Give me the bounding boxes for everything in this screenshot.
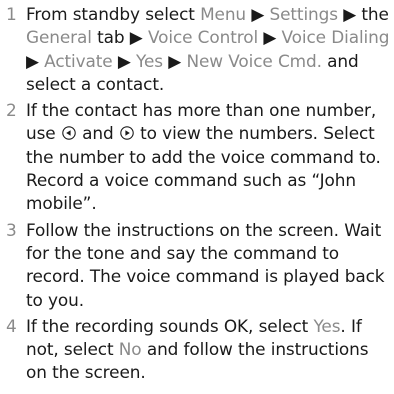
step-text-segment: and — [76, 123, 119, 144]
menu-term: Menu — [200, 4, 247, 24]
instruction-step: 4 If the recording sounds OK, select Yes.… — [0, 315, 394, 385]
step-text-segment: Follow the instructions on the screen. W… — [26, 219, 385, 310]
instruction-step: 2 If the contact has more than one number… — [0, 99, 394, 215]
menu-term: New Voice Cmd. — [186, 50, 322, 71]
menu-term: General — [26, 27, 92, 48]
step-text-segment: If the recording sounds OK, select — [26, 315, 314, 336]
menu-term: No — [118, 339, 142, 360]
menu-term: Yes — [313, 315, 341, 336]
step-text-segment: ▶ — [246, 4, 270, 24]
step-text-segment: From standby select — [26, 4, 201, 24]
step-number: 2 — [6, 100, 17, 121]
step-text-segment: ▶ the — [337, 4, 389, 24]
step-text: If the contact has more than one number,… — [26, 100, 381, 213]
instruction-steps: 1 From standby select Menu ▶ Settings ▶ t… — [0, 3, 394, 388]
nav-left-key-icon — [62, 126, 76, 141]
step-text: From standby select Menu ▶ Settings ▶ th… — [26, 4, 389, 94]
menu-term: Voice Dialing — [281, 27, 390, 48]
instruction-step: 1 From standby select Menu ▶ Settings ▶ t… — [0, 3, 394, 96]
step-number: 4 — [6, 315, 17, 336]
step-text-segment: ▶ — [112, 50, 137, 71]
nav-right-key-icon — [120, 126, 134, 141]
step-text: If the recording sounds OK, select Yes. … — [26, 315, 369, 383]
menu-term: Activate — [44, 50, 113, 71]
menu-term: Voice Control — [147, 27, 259, 48]
step-text-segment: ▶ — [26, 50, 45, 71]
step-number: 1 — [6, 4, 17, 24]
step-text-segment: tab ▶ — [91, 27, 148, 48]
step-number: 3 — [6, 219, 17, 240]
menu-term: Settings — [269, 4, 338, 24]
instruction-step: 3 Follow the instructions on the screen. … — [0, 219, 394, 312]
menu-term: Yes — [136, 50, 163, 71]
step-text-segment: ▶ — [258, 27, 282, 48]
step-text-segment: ▶ — [163, 50, 187, 71]
step-text: Follow the instructions on the screen. W… — [26, 219, 385, 310]
